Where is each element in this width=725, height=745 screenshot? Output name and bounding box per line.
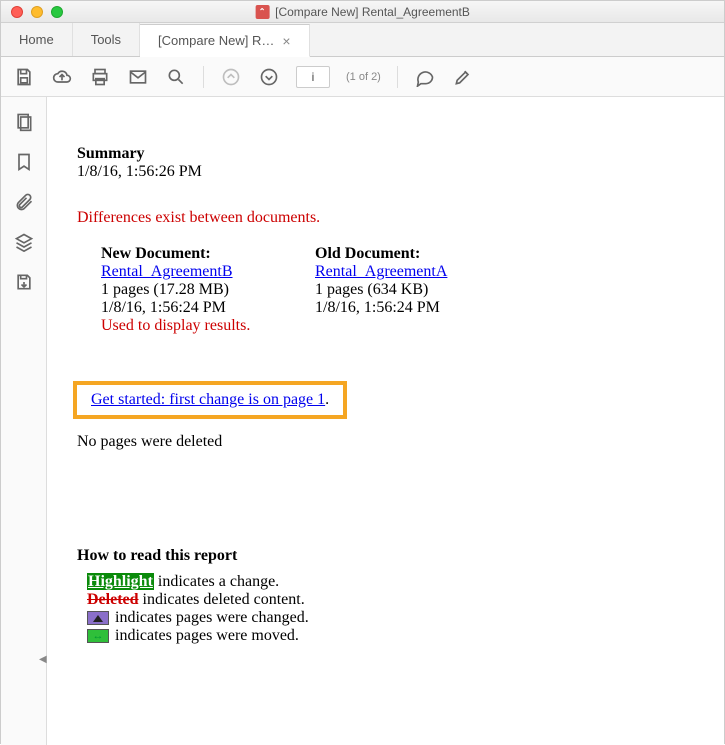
how-to-heading: How to read this report [77, 547, 724, 565]
new-document-column: New Document: Rental_AgreementB 1 pages … [101, 245, 291, 335]
left-sidebar: ◀ [1, 97, 47, 745]
legend-deleted-rest: indicates deleted content. [139, 591, 305, 608]
old-document-column: Old Document: Rental_AgreementA 1 pages … [315, 245, 505, 335]
thumbnails-icon[interactable] [13, 111, 35, 133]
toolbar-separator [397, 66, 398, 88]
legend-changed-rest: indicates pages were changed. [111, 609, 309, 626]
cloud-upload-icon[interactable] [51, 66, 73, 88]
page-up-icon[interactable] [220, 66, 242, 88]
legend-highlight: Highlight indicates a change. [87, 573, 724, 591]
page-down-icon[interactable] [258, 66, 280, 88]
page-number-input[interactable] [296, 66, 330, 88]
old-document-link[interactable]: Rental_AgreementA [315, 263, 447, 280]
layers-icon[interactable] [13, 231, 35, 253]
save-panel-icon[interactable] [13, 271, 35, 293]
workarea: ◀ Summary 1/8/16, 1:56:26 PM Differences… [1, 97, 724, 745]
differences-message: Differences exist between documents. [77, 209, 724, 227]
old-document-header: Old Document: [315, 245, 505, 263]
summary-timestamp: 1/8/16, 1:56:26 PM [77, 163, 724, 181]
tab-home[interactable]: Home [1, 23, 73, 56]
get-started-link[interactable]: Get started: first change is on page 1 [91, 391, 325, 408]
tab-document-label: [Compare New] R… [158, 33, 274, 48]
tab-home-label: Home [19, 32, 54, 47]
toolbar-separator [203, 66, 204, 88]
summary-heading: Summary [77, 145, 724, 163]
legend-highlight-word: Highlight [87, 573, 154, 590]
tab-document-active[interactable]: [Compare New] R… × [140, 24, 310, 57]
tab-close-button[interactable]: × [282, 34, 290, 48]
new-document-header: New Document: [101, 245, 291, 263]
attachment-icon[interactable] [13, 191, 35, 213]
no-pages-deleted-msg: No pages were deleted [77, 433, 724, 451]
used-to-display-note: Used to display results. [101, 317, 291, 335]
toolbar: (1 of 2) [1, 57, 724, 97]
document-view: Summary 1/8/16, 1:56:26 PM Differences e… [47, 97, 724, 745]
tab-bar: Home Tools [Compare New] R… × [1, 23, 724, 57]
search-icon[interactable] [165, 66, 187, 88]
pdf-icon: ⌃ [255, 5, 269, 19]
window-title: ⌃ [Compare New] Rental_AgreementB [255, 5, 470, 19]
page-count-label: (1 of 2) [346, 71, 381, 83]
page-moved-icon: ↔ [87, 629, 109, 643]
tab-tools-label: Tools [91, 32, 121, 47]
save-icon[interactable] [13, 66, 35, 88]
new-document-link[interactable]: Rental_AgreementB [101, 263, 233, 280]
close-window-button[interactable] [11, 6, 23, 18]
page-changed-icon [87, 611, 109, 625]
legend-changed: indicates pages were changed. [87, 609, 724, 627]
legend-list: Highlight indicates a change. Deleted in… [87, 573, 724, 645]
traffic-lights [1, 6, 63, 18]
how-to-section: How to read this report Highlight indica… [77, 547, 724, 645]
legend-deleted-word: Deleted [87, 591, 139, 608]
print-icon[interactable] [89, 66, 111, 88]
legend-deleted: Deleted indicates deleted content. [87, 591, 724, 609]
old-document-time: 1/8/16, 1:56:24 PM [315, 299, 505, 317]
highlighter-icon[interactable] [452, 66, 474, 88]
new-document-time: 1/8/16, 1:56:24 PM [101, 299, 291, 317]
email-icon[interactable] [127, 66, 149, 88]
tab-tools[interactable]: Tools [73, 23, 140, 56]
new-document-pages: 1 pages (17.28 MB) [101, 281, 291, 299]
legend-moved: ↔ indicates pages were moved. [87, 627, 724, 645]
document-comparison-columns: New Document: Rental_AgreementB 1 pages … [101, 245, 724, 335]
legend-moved-rest: indicates pages were moved. [111, 627, 299, 644]
comment-icon[interactable] [414, 66, 436, 88]
window-title-text: [Compare New] Rental_AgreementB [275, 5, 470, 19]
get-started-callout: Get started: first change is on page 1. [73, 381, 347, 419]
legend-highlight-rest: indicates a change. [154, 573, 279, 590]
collapse-sidebar-icon[interactable]: ◀ [39, 654, 47, 665]
old-document-pages: 1 pages (634 KB) [315, 281, 505, 299]
maximize-window-button[interactable] [51, 6, 63, 18]
window-titlebar: ⌃ [Compare New] Rental_AgreementB [1, 1, 724, 23]
minimize-window-button[interactable] [31, 6, 43, 18]
get-started-period: . [325, 391, 329, 408]
bookmark-icon[interactable] [13, 151, 35, 173]
